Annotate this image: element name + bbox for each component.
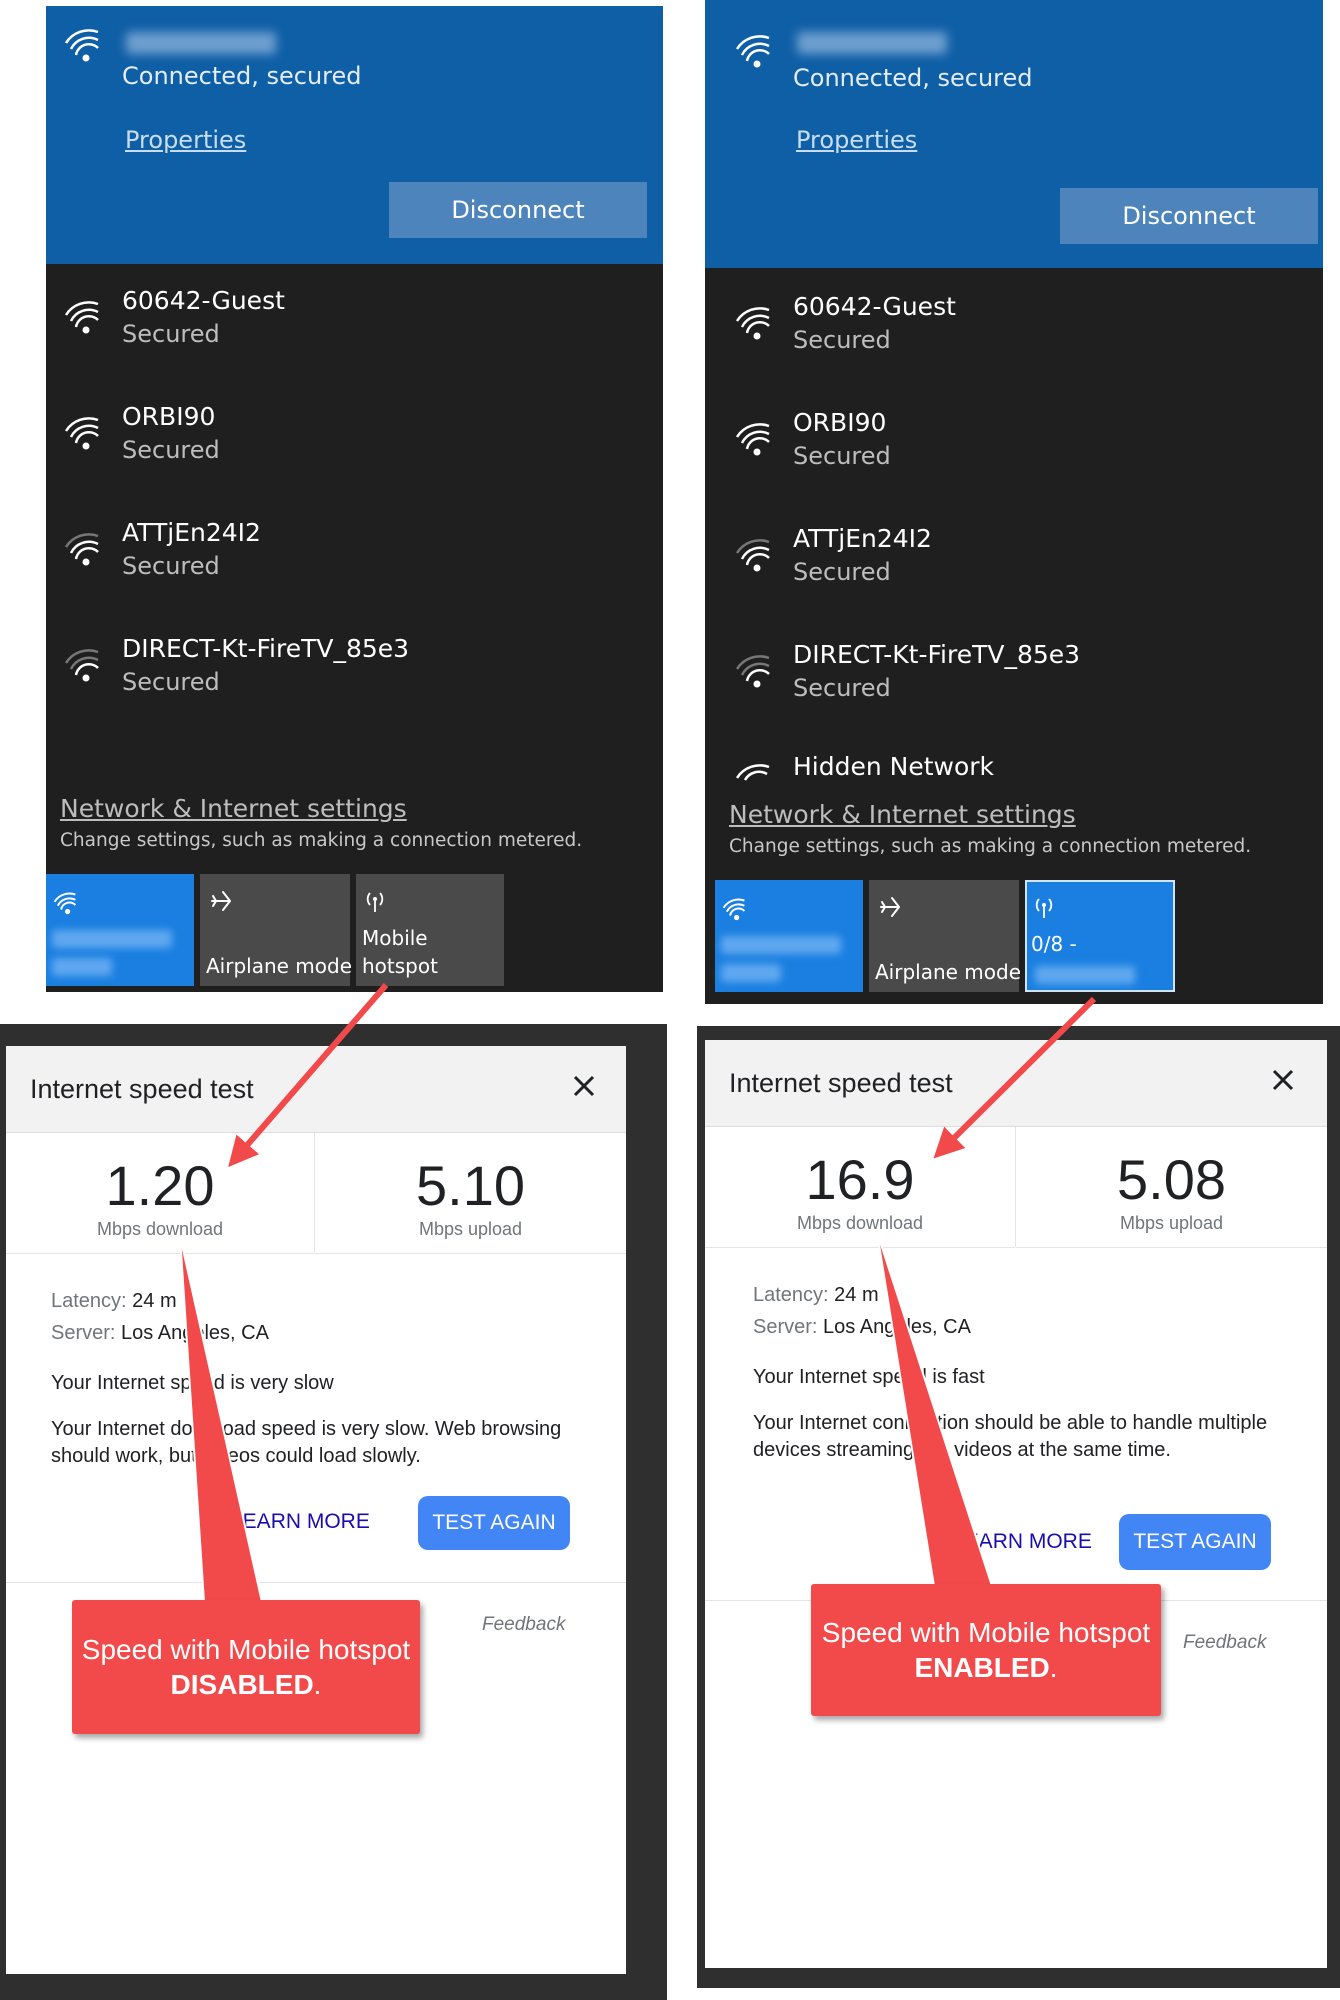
callout-emphasis: DISABLED	[170, 1669, 314, 1700]
arrow-hotspot-to-download-left	[228, 983, 389, 1168]
callout-text: Speed with Mobile hotspot	[821, 1617, 1151, 1648]
callout-hotspot-disabled: Speed with Mobile hotspot DISABLED.	[72, 1600, 420, 1734]
callout-hotspot-enabled: Speed with Mobile hotspot ENABLED.	[811, 1584, 1161, 1716]
callout-pointer-left	[179, 1235, 264, 1603]
callout-text: Speed with Mobile hotspot	[81, 1634, 411, 1665]
callout-punctuation: .	[1049, 1652, 1058, 1683]
callout-emphasis: ENABLED	[914, 1652, 1050, 1683]
callout-pointer-right	[876, 1231, 994, 1587]
callout-punctuation: .	[313, 1669, 322, 1700]
arrow-hotspot-to-download-right	[933, 996, 1097, 1159]
